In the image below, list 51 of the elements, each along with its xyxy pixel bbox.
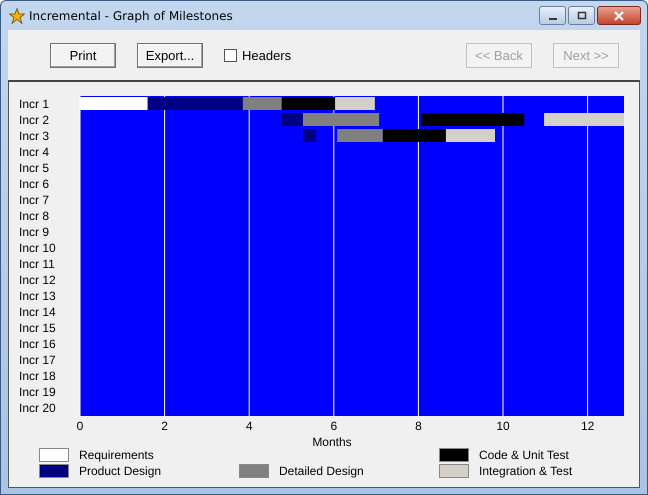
row-label: Incr 12 (19, 273, 56, 287)
row-label: Incr 10 (19, 241, 56, 255)
row-label: Incr 9 (19, 225, 50, 239)
minimize-icon (548, 18, 556, 20)
close-icon (613, 10, 625, 20)
row-label: Incr 18 (19, 369, 56, 383)
legend-label: Integration & Test (479, 464, 572, 478)
row-label: Incr 5 (19, 161, 50, 175)
row-label: Incr 15 (19, 321, 56, 335)
legend-label: Detailed Design (279, 464, 364, 478)
row-label: Incr 7 (19, 193, 50, 207)
row-label: Incr 1 (19, 97, 50, 111)
headers-label: Headers (242, 48, 292, 62)
window-title: Incremental - Graph of Milestones (29, 8, 233, 22)
legend-label: Requirements (79, 448, 154, 462)
row-label: Incr 2 (19, 113, 50, 127)
chart-bar (335, 97, 375, 110)
legend-label: Product Design (79, 464, 162, 478)
row-label: Incr 4 (19, 145, 50, 159)
tick-label: 12 (580, 419, 594, 433)
tick-label: 4 (246, 419, 253, 433)
row-label: Incr 6 (19, 177, 50, 191)
print-button[interactable]: Print (50, 42, 116, 68)
row-label: Incr 11 (19, 257, 55, 271)
row-label: Incr 8 (19, 209, 50, 223)
minimize-button[interactable] (539, 6, 566, 25)
row-label: Incr 13 (19, 289, 56, 303)
row-label: Incr 3 (19, 129, 50, 143)
tick-label: 6 (330, 419, 338, 433)
headers-checkbox[interactable] (224, 48, 237, 62)
chart-bar (282, 97, 336, 110)
axis-title: Months (312, 435, 352, 448)
tick-label: 2 (161, 419, 168, 433)
export-button[interactable]: Export... (137, 42, 203, 68)
maximize-button[interactable] (568, 6, 595, 25)
maximize-icon (576, 10, 586, 20)
star-icon (9, 8, 25, 24)
row-label: Incr 14 (19, 305, 56, 319)
row-label: Incr 20 (19, 401, 56, 415)
row-label: Incr 17 (19, 353, 56, 367)
chart-bar (337, 129, 383, 142)
chart-bar (446, 129, 495, 142)
close-button[interactable] (597, 6, 641, 25)
chart-bar (302, 129, 316, 142)
tick-label: 10 (496, 419, 510, 433)
chart-bar (382, 129, 446, 142)
row-label: Incr 19 (19, 385, 56, 399)
tick-label: 0 (76, 419, 84, 433)
legend-label: Code & Unit Test (479, 448, 569, 462)
tick-label: 8 (415, 419, 422, 433)
row-label: Incr 16 (19, 337, 56, 351)
